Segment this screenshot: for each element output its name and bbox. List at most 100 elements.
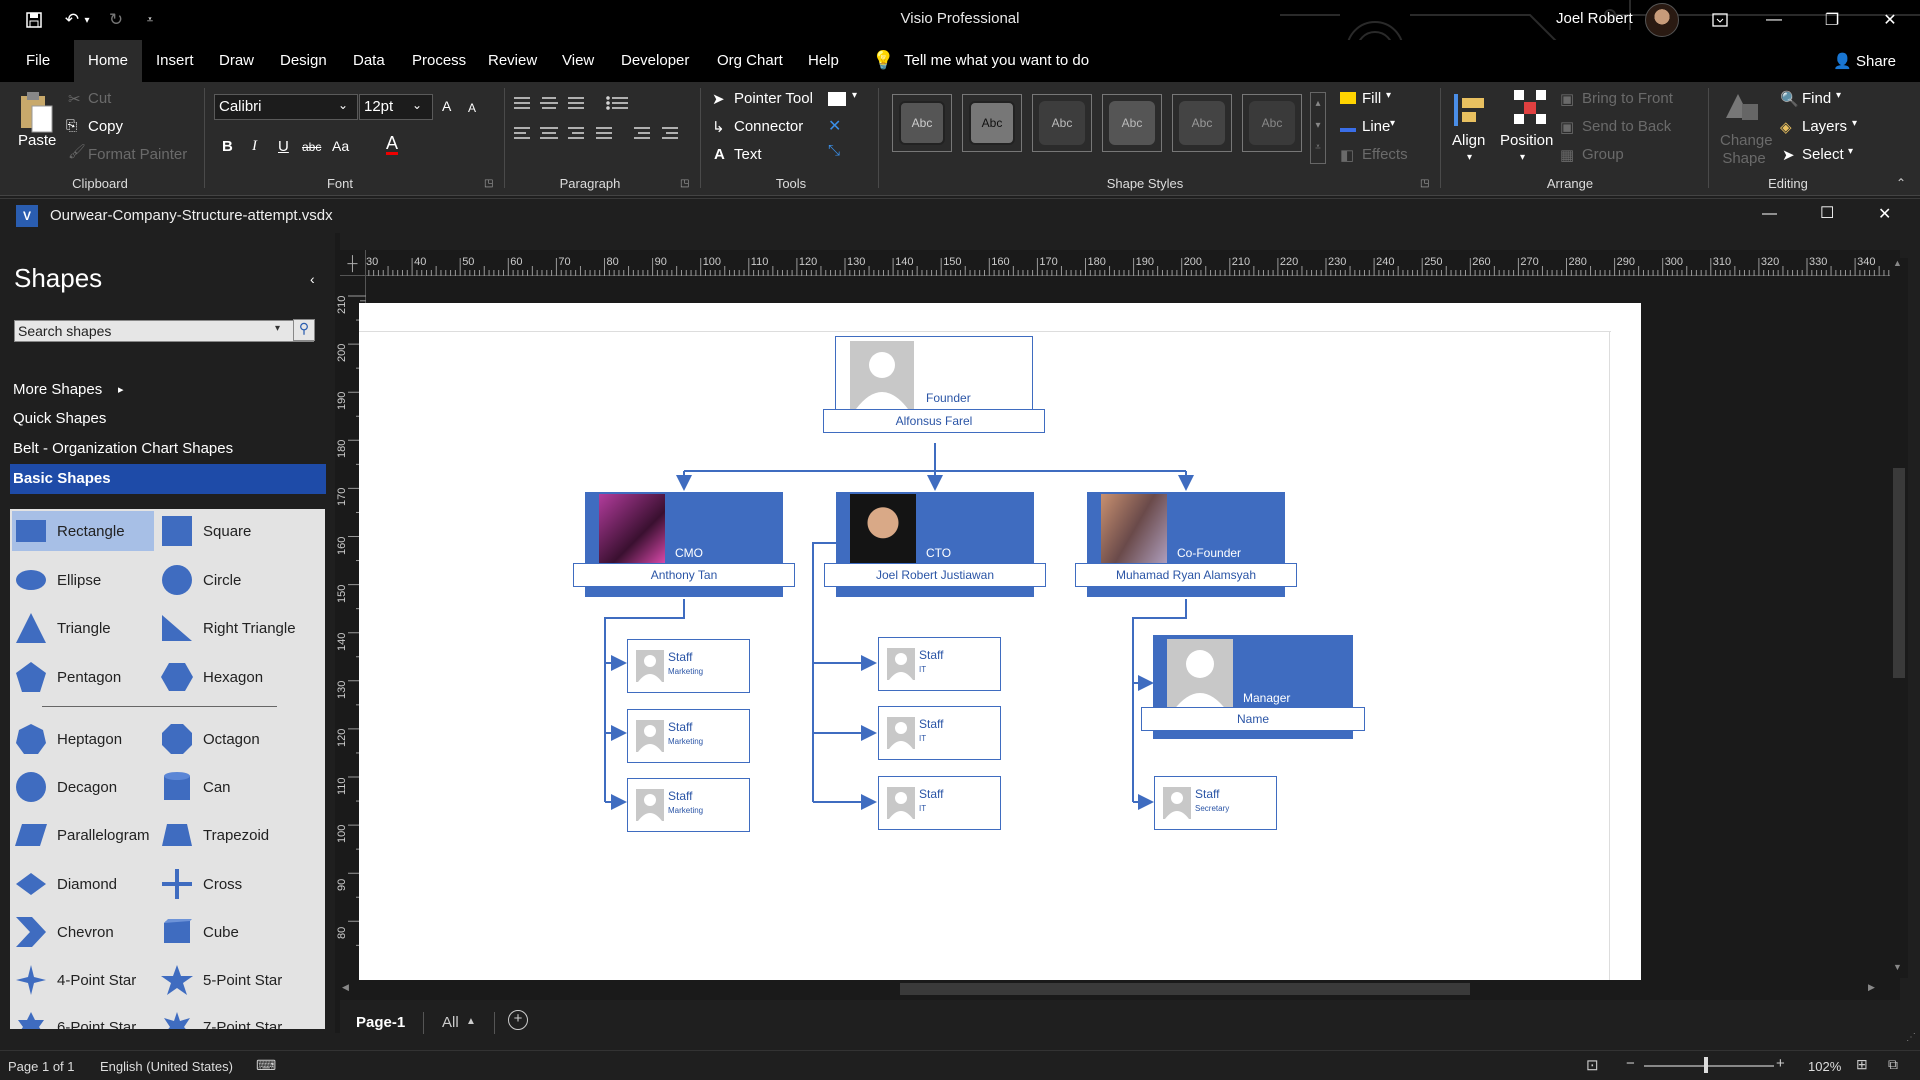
zoom-out-icon[interactable]: −: [1626, 1055, 1635, 1072]
text-tool-icon[interactable]: A: [714, 146, 725, 163]
align-icon[interactable]: [1452, 90, 1492, 130]
belt-org-chart-link[interactable]: Belt - Organization Chart Shapes: [13, 440, 233, 457]
add-page-icon[interactable]: +: [508, 1010, 528, 1030]
layers-icon[interactable]: ◈: [1780, 118, 1792, 136]
cto-node[interactable]: CTO: [836, 492, 1034, 570]
chevron-right-icon[interactable]: ▸: [118, 383, 124, 396]
dialog-launcher-icon[interactable]: ◳: [484, 178, 493, 189]
chevron-up-icon[interactable]: ▲: [466, 1016, 476, 1027]
bold-button[interactable]: B: [222, 138, 233, 155]
shape-ellipse[interactable]: Ellipse: [14, 560, 101, 600]
user-name[interactable]: Joel Robert: [1556, 10, 1633, 27]
shape-4-point-star[interactable]: 4-Point Star: [14, 960, 136, 1000]
select-icon[interactable]: ➤: [1782, 146, 1795, 164]
connection-point-icon[interactable]: ⤡: [828, 142, 840, 159]
zoom-slider-thumb[interactable]: [1704, 1057, 1708, 1073]
cto-name[interactable]: Joel Robert Justiawan: [824, 563, 1046, 587]
staff-it-2[interactable]: Staff IT: [878, 706, 1001, 760]
bring-to-front-button[interactable]: Bring to Front: [1582, 90, 1673, 107]
scroll-up-icon[interactable]: ▲: [1893, 258, 1902, 268]
cofounder-node[interactable]: Co-Founder: [1087, 492, 1285, 570]
effects-icon[interactable]: ◧: [1340, 146, 1354, 164]
founder-name[interactable]: Alfonsus Farel: [823, 409, 1045, 433]
shape-can[interactable]: Can: [160, 767, 231, 807]
collapse-panel-icon[interactable]: ‹: [310, 271, 315, 287]
chevron-down-icon[interactable]: ▾: [1386, 90, 1391, 101]
vertical-scroll-thumb[interactable]: [1893, 468, 1905, 678]
staff-marketing-3[interactable]: Staff Marketing: [627, 778, 750, 832]
vertical-scrollbar[interactable]: ▲ ▼: [1890, 258, 1908, 978]
tab-draw[interactable]: Draw: [211, 40, 262, 82]
shape-triangle[interactable]: Triangle: [14, 608, 111, 648]
horizontal-scrollbar[interactable]: ◀ ▶: [340, 980, 1885, 998]
copy-button[interactable]: Copy: [88, 118, 123, 135]
grow-font-button[interactable]: A: [442, 98, 451, 114]
chevron-down-icon[interactable]: ▾: [1390, 118, 1395, 129]
connector-icon[interactable]: ↳: [712, 118, 725, 136]
all-pages-tab[interactable]: All: [442, 1014, 459, 1031]
shape-pentagon[interactable]: Pentagon: [14, 657, 121, 697]
pointer-tool-button[interactable]: Pointer Tool: [734, 90, 813, 107]
tab-design[interactable]: Design: [272, 40, 335, 82]
quick-shapes-link[interactable]: Quick Shapes: [13, 410, 106, 427]
send-to-back-icon[interactable]: ▣: [1560, 118, 1574, 136]
tell-me-search[interactable]: Tell me what you want to do: [904, 52, 1089, 69]
fill-icon[interactable]: [1340, 92, 1356, 104]
founder-node[interactable]: Founder: [835, 336, 1033, 414]
format-painter-button[interactable]: Format Painter: [88, 146, 187, 163]
minimize-icon[interactable]: —: [1762, 205, 1777, 222]
style-swatch-4[interactable]: Abc: [1102, 94, 1162, 152]
styles-scroll[interactable]: ▴ ▾ ⩡: [1310, 92, 1326, 164]
copy-icon[interactable]: ⎘: [66, 117, 77, 134]
chevron-down-icon[interactable]: ▾: [1852, 118, 1857, 129]
shape-cube[interactable]: Cube: [160, 912, 239, 952]
staff-marketing-1[interactable]: Staff Marketing: [627, 639, 750, 693]
font-family-select[interactable]: Calibri: [214, 94, 358, 120]
shape-diamond[interactable]: Diamond: [14, 864, 117, 904]
staff-it-3[interactable]: Staff IT: [878, 776, 1001, 830]
connector-button[interactable]: Connector: [734, 118, 803, 135]
tab-view[interactable]: View: [554, 40, 602, 82]
chevron-down-icon[interactable]: ⌄: [412, 98, 422, 112]
shape-chevron[interactable]: Chevron: [14, 912, 114, 952]
position-icon[interactable]: [1510, 88, 1550, 128]
bring-to-front-icon[interactable]: ▣: [1560, 90, 1574, 108]
align-button[interactable]: Align: [1452, 132, 1485, 149]
shape-heptagon[interactable]: Heptagon: [14, 719, 122, 759]
zoom-slider[interactable]: [1644, 1065, 1774, 1067]
manager-name[interactable]: Name: [1141, 707, 1365, 731]
shape-cross[interactable]: Cross: [160, 864, 242, 904]
share-icon[interactable]: 👤: [1833, 52, 1852, 70]
manager-node[interactable]: Manager: [1153, 635, 1353, 715]
minimize-icon[interactable]: —: [1754, 6, 1794, 34]
change-case-button[interactable]: Aa: [332, 138, 349, 154]
find-icon[interactable]: 🔍: [1780, 90, 1799, 108]
tab-file[interactable]: File: [18, 40, 58, 82]
chevron-down-icon[interactable]: ▾: [1520, 152, 1525, 163]
shape-octagon[interactable]: Octagon: [160, 719, 260, 759]
format-painter-icon[interactable]: 🖌: [68, 143, 86, 160]
chevron-down-icon[interactable]: ▾: [275, 323, 280, 334]
page-count-status[interactable]: Page 1 of 1: [8, 1059, 75, 1074]
delete-connector-icon[interactable]: ✕: [828, 116, 841, 136]
italic-button[interactable]: I: [252, 138, 257, 155]
chevron-down-icon[interactable]: ▾: [1467, 152, 1472, 163]
shape-parallelogram[interactable]: Parallelogram: [14, 815, 150, 855]
restore-icon[interactable]: ❐: [1812, 6, 1852, 34]
cmo-name[interactable]: Anthony Tan: [573, 563, 795, 587]
shape-6-point-star[interactable]: 6-Point Star: [14, 1007, 136, 1029]
shape-rectangle[interactable]: Rectangle: [12, 511, 154, 551]
paste-icon[interactable]: [18, 90, 54, 134]
cmo-node[interactable]: CMO: [585, 492, 783, 570]
search-icon[interactable]: ⚲: [293, 319, 315, 341]
group-button[interactable]: Group: [1582, 146, 1624, 163]
chevron-down-icon[interactable]: ▾: [1848, 146, 1853, 157]
horizontal-scroll-thumb[interactable]: [900, 983, 1470, 995]
style-swatch-6[interactable]: Abc: [1242, 94, 1302, 152]
shape-right-triangle[interactable]: Right Triangle: [160, 608, 296, 648]
share-button[interactable]: Share: [1856, 53, 1896, 70]
presentation-mode-icon[interactable]: ⊡: [1586, 1056, 1599, 1074]
tab-developer[interactable]: Developer: [613, 40, 697, 82]
shape-7-point-star[interactable]: 7-Point Star: [160, 1007, 282, 1029]
cut-button[interactable]: Cut: [88, 90, 111, 107]
